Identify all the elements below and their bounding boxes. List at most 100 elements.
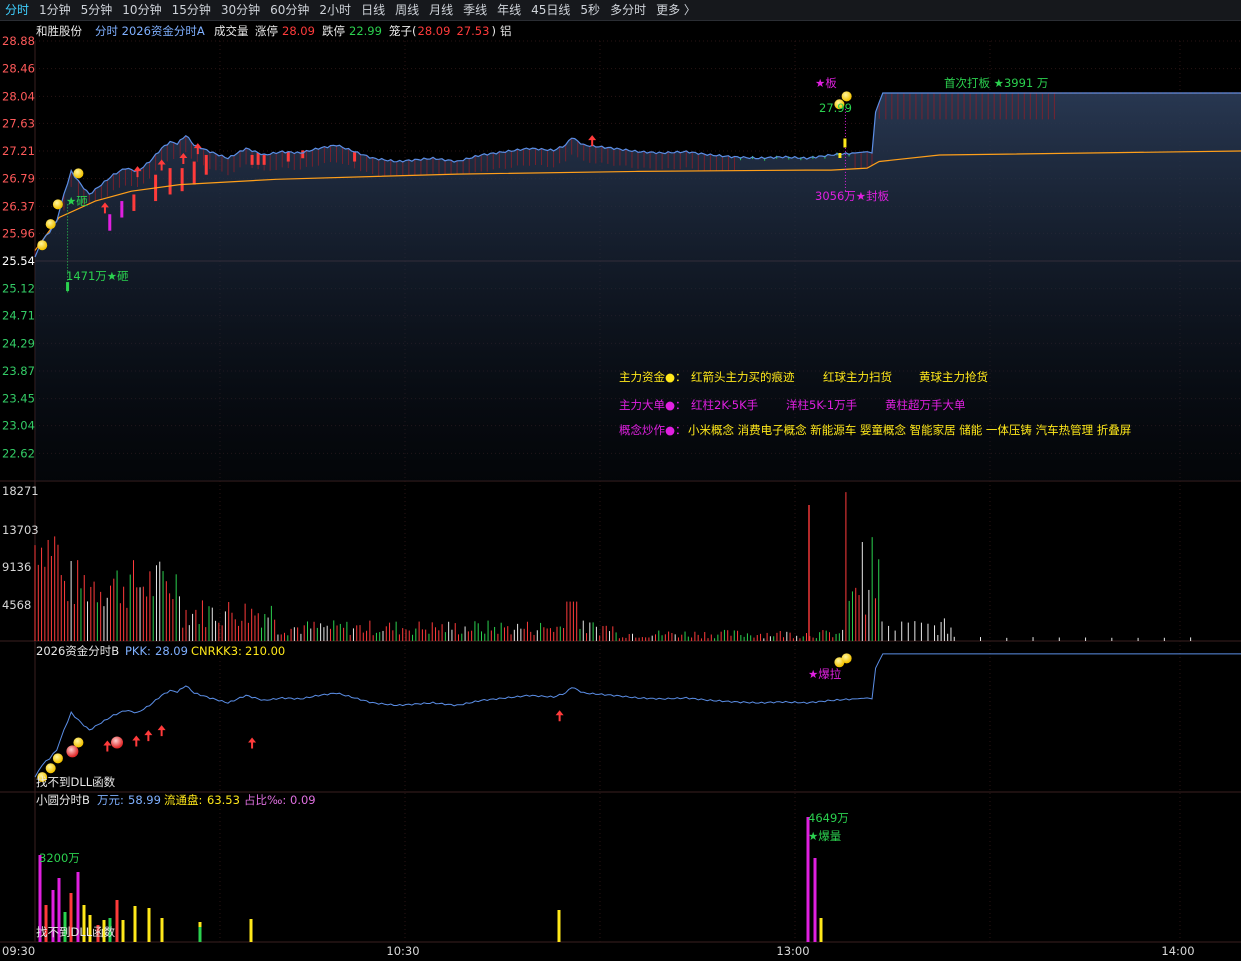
timeframe-15[interactable]: 多分时 [605, 0, 651, 20]
panel3-bar-21 [813, 858, 817, 942]
time-axis-label-1: 10:30 [386, 944, 419, 958]
price-arrow-5 [588, 135, 597, 147]
legend-main-fund-item-2: 黄球主力抢货 [919, 370, 988, 384]
timeframe-11[interactable]: 季线 [458, 0, 492, 20]
p2-red-ball-0 [66, 745, 79, 758]
panel3-ratio-label: 占比‰: [244, 793, 286, 807]
price-candle-0 [108, 214, 112, 231]
price-axis-label-15: 22.62 [2, 446, 35, 460]
panel2-pkk-value: 28.09 [155, 644, 188, 658]
panel3-float-label: 流通盘: [164, 793, 202, 807]
legend-big-order-item-1: 洋柱5K-1万手 [786, 398, 857, 412]
price-candle-5 [180, 168, 184, 192]
p2-arrow-2 [144, 730, 153, 742]
legend-concept-items: 小米概念 消费电子概念 新能源车 婴童概念 智能家居 储能 一体压铸 汽车热管理… [688, 423, 1131, 437]
price-candle-6 [192, 161, 196, 185]
legend-main-fund-item-0: 红箭头主力买的痕迹 [691, 370, 795, 384]
timeframe-6[interactable]: 60分钟 [265, 0, 314, 20]
p2-yellow-ball-1 [45, 763, 56, 774]
timeframe-13[interactable]: 45日线 [526, 0, 575, 20]
annot-big-amount: 4649万 [808, 811, 849, 825]
header-seg-0: 和胜股份 [36, 24, 82, 38]
timeframe-14[interactable]: 5秒 [575, 0, 605, 20]
price-candle-2 [132, 194, 136, 211]
panel2-title: 2026资金分时B [36, 644, 119, 658]
price-yellow-ball-2 [52, 199, 63, 210]
price-candle-8 [250, 154, 254, 165]
panel3-wan-label: 万元: [97, 793, 124, 807]
price-axis-label-9: 25.12 [2, 282, 35, 296]
timeframe-10[interactable]: 月线 [424, 0, 458, 20]
price-candle-9 [256, 152, 260, 165]
header-seg-10: ) [492, 24, 497, 38]
price-yellow-ball-1 [45, 219, 56, 230]
timeframe-3[interactable]: 10分钟 [117, 0, 166, 20]
price-candle-10 [262, 154, 266, 165]
price-axis-label-5: 26.79 [2, 172, 35, 186]
price-axis-label-12: 23.87 [2, 364, 35, 378]
legend-big-order-item-2: 黄柱超万手大单 [885, 398, 966, 412]
annot-smash-top: ★砸 [66, 194, 88, 208]
timeframe-1[interactable]: 1分钟 [34, 0, 76, 20]
annot-seal-board: 3056万★封板 [815, 189, 890, 203]
annot-first-board: 首次打板 ★3991 万 [944, 76, 1048, 90]
annot-smash-bottom: 1471万★砸 [66, 269, 129, 283]
price-axis-label-13: 23.45 [2, 392, 35, 406]
annot-burst-volume: ★爆量 [808, 829, 841, 843]
p2-red-ball-1 [111, 736, 124, 749]
price-axis-label-4: 27.21 [2, 144, 35, 158]
annot-early-amount: 3200万 [39, 851, 80, 865]
p2-arrow-5 [555, 710, 564, 722]
timeframe-7[interactable]: 2小时 [314, 0, 356, 20]
timeframe-16[interactable]: 更多 〉 [651, 0, 701, 20]
legend-big-order-label: 主力大单●： [619, 398, 687, 412]
timeframe-4[interactable]: 15分钟 [167, 0, 216, 20]
p2-yellow-ball-2 [52, 753, 63, 764]
panel2-pkk-label: PKK: [125, 644, 151, 658]
time-axis-label-2: 13:00 [776, 944, 809, 958]
timeframe-9[interactable]: 周线 [390, 0, 424, 20]
price-candle-1 [120, 201, 124, 218]
price-axis-label-8: 25.54 [2, 254, 35, 268]
price-axis-label-11: 24.29 [2, 336, 35, 350]
volume-axis-label-1: 13703 [2, 523, 39, 537]
header-seg-5: 跌停 [322, 24, 345, 38]
price-axis-label-1: 28.46 [2, 62, 35, 76]
timeframe-8[interactable]: 日线 [356, 0, 390, 20]
legend-main-fund-label: 主力资金●： [619, 370, 687, 384]
volume-bars [34, 492, 1192, 641]
volume-axis-label-0: 18271 [2, 484, 39, 498]
time-axis-label-0: 09:30 [2, 944, 35, 958]
timeframe-0[interactable]: 分时 [0, 0, 34, 20]
p2-arrow-1 [132, 735, 141, 747]
annot-board-price: 27.99 [819, 101, 852, 115]
header-seg-8: 28.09 [418, 24, 451, 38]
header-seg-9: 27.53 [457, 24, 490, 38]
panel2-line [34, 653, 1241, 778]
intraday-chart[interactable]: 28.88 28.46 28.04 27.63 27.21 26.79 26.37 25.96… [0, 21, 1241, 961]
panel3-chart [38, 817, 823, 942]
timeframe-12[interactable]: 年线 [492, 0, 526, 20]
timeframe-2[interactable]: 5分钟 [76, 0, 118, 20]
panel3-title: 小圆分时B [36, 793, 90, 807]
volume-axis-label-3: 4568 [2, 598, 31, 612]
panel3-dll-text: 找不到DLL函数 [36, 925, 116, 939]
p2-arrow-3 [157, 725, 166, 737]
smash-green-bar [66, 282, 70, 292]
timeframe-5[interactable]: 30分钟 [216, 0, 265, 20]
header-seg-1: 分时 2026资金分时A [95, 24, 205, 38]
seal-yellow-tick [838, 152, 842, 158]
legend-concept-label: 概念炒作●： [619, 423, 687, 437]
price-candle-4 [168, 168, 172, 195]
panel3-bar-18 [249, 919, 253, 942]
price-candle-13 [353, 151, 357, 162]
panel3-bar-14 [133, 906, 137, 942]
panel3-bar-19 [557, 910, 561, 942]
p2-arrow-0 [103, 740, 112, 752]
price-yellow-ball-0 [37, 240, 48, 251]
panel3-bar-15 [147, 908, 151, 942]
panel3-bar-13 [121, 920, 125, 942]
header-seg-4: 28.09 [282, 24, 315, 38]
panel3-bar-22 [819, 918, 823, 942]
panel3-ratio-value: 0.09 [290, 793, 316, 807]
